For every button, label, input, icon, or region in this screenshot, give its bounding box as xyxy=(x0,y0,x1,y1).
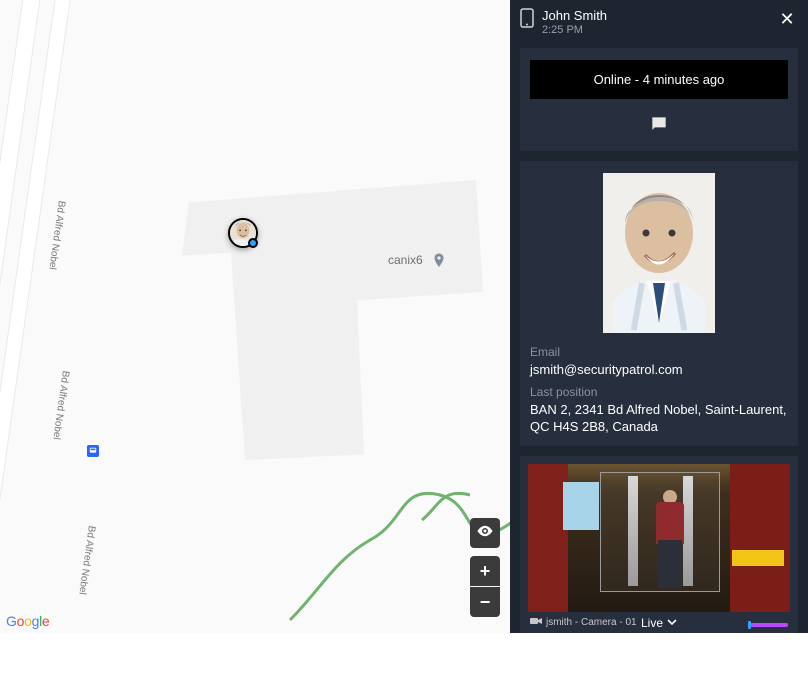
zoom-in-button[interactable]: + xyxy=(470,556,500,586)
user-location-pin[interactable] xyxy=(228,218,258,248)
bus-stop-icon xyxy=(87,445,99,457)
details-panel: John Smith 2:25 PM ✕ Online - 4 minutes … xyxy=(510,0,808,633)
timeline-scrubber[interactable] xyxy=(748,623,788,627)
map-attribution: Google xyxy=(6,613,49,629)
poi-marker[interactable]: canix6 xyxy=(388,252,448,270)
info-card: Email jsmith@securitypatrol.com Last pos… xyxy=(520,161,798,446)
minus-icon: − xyxy=(480,592,491,613)
map-pin-icon xyxy=(430,252,448,270)
road-label: Bd Alfred Nobel xyxy=(50,370,71,440)
status-text: Online - 4 minutes ago xyxy=(594,72,725,87)
road-label: Bd Alfred Nobel xyxy=(76,525,97,595)
chat-icon xyxy=(649,114,669,137)
roads-decoration xyxy=(0,0,209,690)
poi-name: canix6 xyxy=(388,253,423,267)
chat-button[interactable] xyxy=(645,111,673,139)
plus-icon: + xyxy=(480,561,491,582)
live-mode-button[interactable]: Live xyxy=(641,616,677,630)
camera-feed[interactable] xyxy=(528,464,790,612)
camera-name: jsmith - Camera - 01 xyxy=(546,617,637,628)
presence-dot-icon xyxy=(248,238,258,248)
panel-header: John Smith 2:25 PM ✕ xyxy=(510,0,808,44)
position-label: Last position xyxy=(530,385,788,399)
road-label: Bd Alfred Nobel xyxy=(46,200,67,270)
person-icon xyxy=(648,490,692,590)
email-value: jsmith@securitypatrol.com xyxy=(530,361,788,379)
chevron-down-icon xyxy=(667,616,677,630)
camera-icon xyxy=(530,616,542,629)
eye-icon xyxy=(476,522,494,545)
camera-toolbar: jsmith - Camera - 01 Live xyxy=(528,612,790,629)
zoom-out-button[interactable]: − xyxy=(470,587,500,617)
panel-timestamp: 2:25 PM xyxy=(542,24,768,38)
status-pill: Online - 4 minutes ago xyxy=(530,60,788,99)
panel-user-name: John Smith xyxy=(542,8,768,24)
map-visibility-button[interactable] xyxy=(470,518,500,548)
building-footprint xyxy=(140,180,490,460)
email-label: Email xyxy=(530,345,788,359)
mobile-device-icon xyxy=(520,8,534,28)
camera-card: jsmith - Camera - 01 Live xyxy=(520,456,798,633)
map-canvas[interactable]: Bd Alfred Nobel Bd Alfred Nobel Bd Alfre… xyxy=(0,0,510,633)
live-label: Live xyxy=(641,616,663,630)
close-icon: ✕ xyxy=(779,9,794,30)
close-button[interactable]: ✕ xyxy=(776,8,798,30)
position-value: BAN 2, 2341 Bd Alfred Nobel, Saint-Laure… xyxy=(530,401,788,436)
user-photo xyxy=(603,173,715,333)
status-card: Online - 4 minutes ago xyxy=(520,48,798,151)
